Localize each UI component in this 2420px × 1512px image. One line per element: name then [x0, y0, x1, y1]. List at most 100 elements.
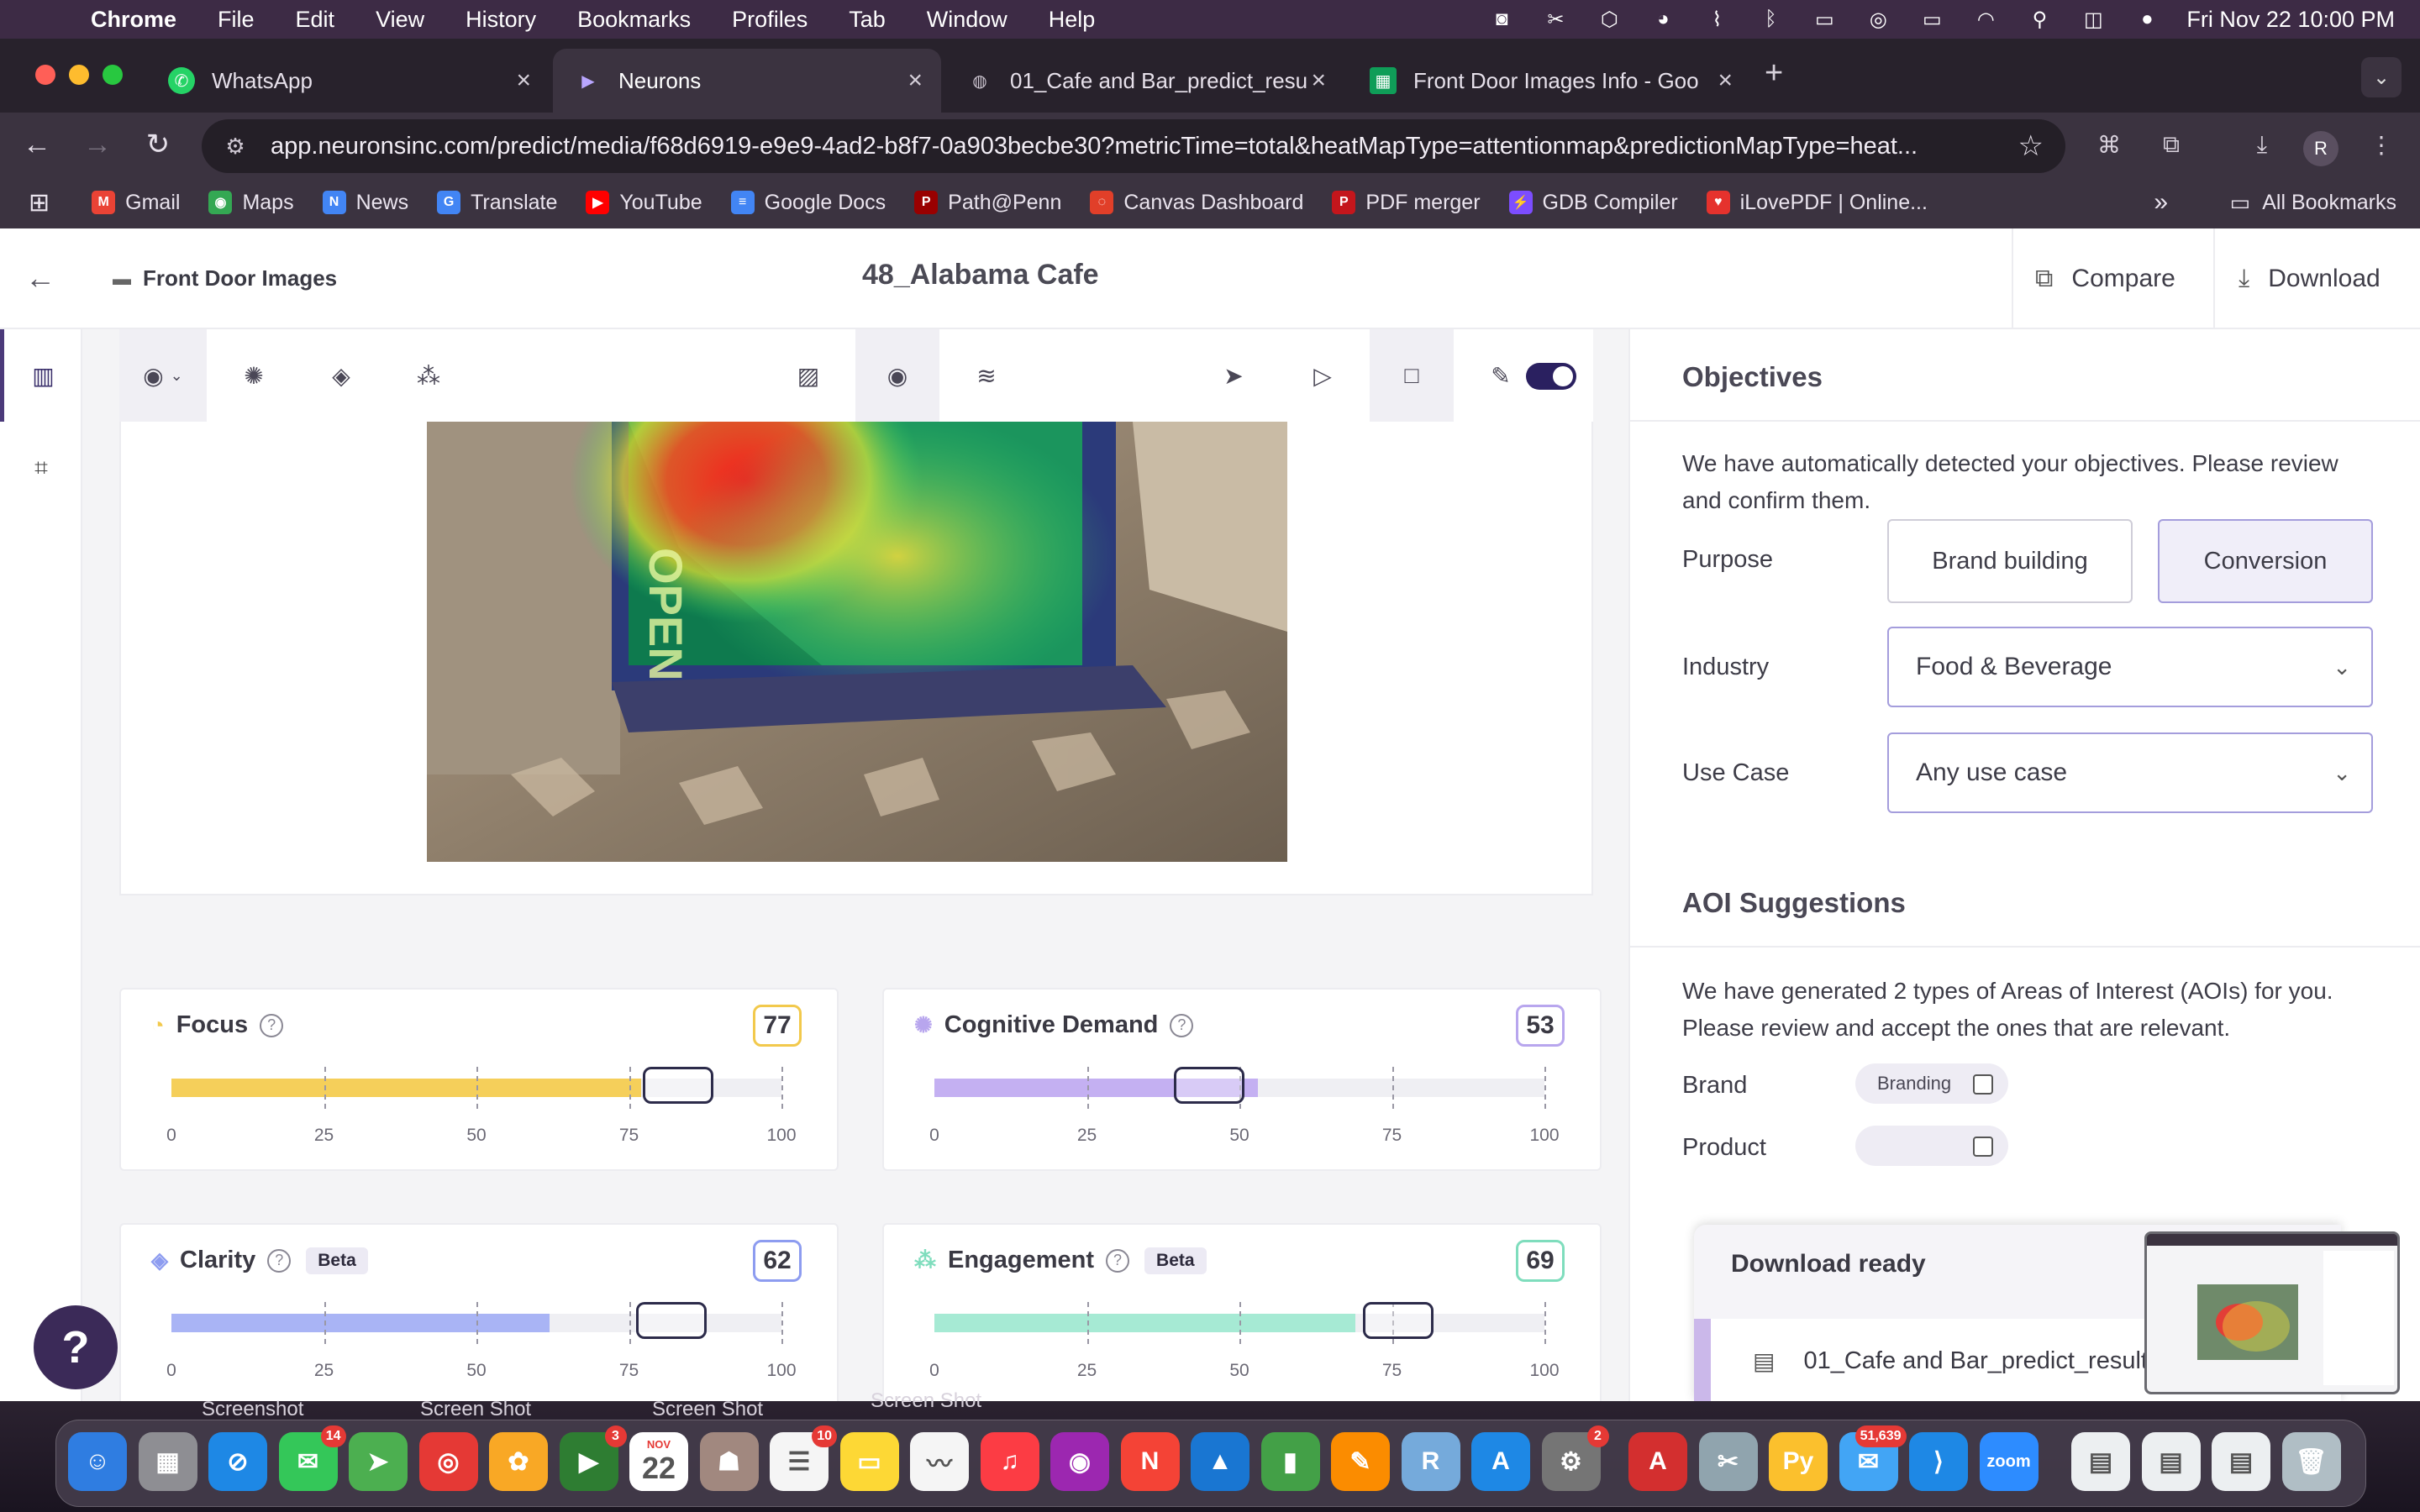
dock-acrobat-icon[interactable]: A [1628, 1432, 1687, 1491]
bookmark-item[interactable]: P Path@Penn [914, 191, 1061, 215]
dock-podcasts-icon[interactable]: ◉ [1050, 1432, 1109, 1491]
menu-bookmarks[interactable]: Bookmarks [577, 7, 691, 33]
tab-front-door-sheet[interactable]: ▦ Front Door Images Info - Goo × [1348, 49, 1751, 113]
minimize-window-button[interactable] [69, 65, 89, 85]
dock-finder-icon[interactable]: ☺ [68, 1432, 127, 1491]
tab-neurons[interactable]: ▶ Neurons × [553, 49, 941, 113]
dock-pages-icon[interactable]: ✎ [1331, 1432, 1390, 1491]
forward-arrow-icon[interactable]: → [79, 126, 116, 163]
apple-icon[interactable] [32, 4, 62, 34]
battery-icon[interactable]: ▭ [1918, 8, 1946, 31]
apps-grid-icon[interactable]: ⊞ [29, 188, 50, 218]
dock-chrome-icon[interactable]: ◎ [418, 1432, 478, 1491]
reload-icon[interactable]: ↻ [139, 126, 176, 163]
desktop-file-label[interactable]: Screen Shot [871, 1389, 981, 1413]
fog-view-icon[interactable]: ≋ [944, 329, 1028, 422]
bookmark-item[interactable]: ♥ iLovePDF | Online... [1706, 191, 1928, 215]
menu-edit[interactable]: Edit [296, 7, 335, 33]
industry-select[interactable]: Food & Beverage ⌄ [1887, 627, 2373, 707]
translate-icon[interactable]: ⌘ [2092, 128, 2126, 161]
menu-window[interactable]: Window [927, 7, 1007, 33]
dock-notes-icon[interactable]: ▭ [839, 1432, 899, 1491]
wifi-icon[interactable]: ◠ [1971, 8, 2000, 31]
desktop-file-label[interactable]: Screenshot [202, 1398, 303, 1421]
aoi-crop-icon[interactable]: ⌗ [0, 422, 82, 514]
dock-news-icon[interactable]: N [1120, 1432, 1180, 1491]
bookmark-item[interactable]: M Gmail [92, 191, 180, 215]
dock-maps-icon[interactable]: ➤ [349, 1432, 408, 1491]
dock-zoom-icon[interactable]: zoom [1979, 1432, 2039, 1491]
dock-mail-icon[interactable]: ✉ 51,639 [1839, 1425, 1907, 1491]
dock-messages-icon[interactable]: ✉ 14 [278, 1425, 346, 1491]
benchmark-range-marker[interactable] [642, 1067, 713, 1104]
menu-app-name[interactable]: Chrome [91, 7, 176, 33]
close-tab-icon[interactable]: × [1311, 66, 1326, 95]
dock-reminders-icon[interactable]: ☰ 10 [770, 1425, 837, 1491]
product-checkbox[interactable] [1973, 1137, 1993, 1157]
help-icon[interactable]: ? [1170, 1013, 1194, 1037]
maximize-window-button[interactable] [103, 65, 123, 85]
control-center-icon[interactable]: ◫ [2079, 8, 2107, 31]
tab-whatsapp[interactable]: ✆ WhatsApp × [146, 49, 550, 113]
pointer-tool-icon[interactable]: ➤ [1192, 329, 1276, 422]
back-icon[interactable]: ← [25, 260, 55, 296]
desktop-file-label[interactable]: Screen Shot [652, 1398, 763, 1421]
dock-keynote-icon[interactable]: ▲ [1191, 1432, 1249, 1491]
menu-tab[interactable]: Tab [849, 7, 886, 33]
rectangle-tool-icon[interactable]: □ [1370, 329, 1454, 422]
dock-screenshot-tool-icon[interactable]: ✂ [1698, 1432, 1758, 1491]
siri-icon[interactable]: ● [2133, 8, 2161, 31]
bookmark-item[interactable]: G Translate [437, 191, 557, 215]
menu-file[interactable]: File [218, 7, 255, 33]
profile-avatar[interactable]: R [2303, 131, 2338, 166]
dock-rstudio-icon[interactable]: R [1401, 1432, 1460, 1491]
brain-view-icon[interactable]: ✺ [212, 329, 296, 422]
bookmark-item[interactable]: ⚡ GDB Compiler [1508, 191, 1678, 215]
extensions-icon[interactable]: ⧉ [2154, 128, 2188, 161]
chrome-menu-icon[interactable]: ⋮ [2365, 128, 2398, 161]
zoom-status-icon[interactable]: ◙ [1487, 8, 1516, 31]
help-chat-button[interactable]: ? [34, 1305, 118, 1389]
bluetooth-icon[interactable]: ᛒ [1756, 8, 1785, 31]
purpose-conversion-button[interactable]: Conversion [2158, 519, 2373, 603]
menu-history[interactable]: History [466, 7, 536, 33]
address-bar[interactable]: ⚙ app.neuronsinc.com/predict/media/f68d6… [202, 119, 2065, 173]
benchmark-range-marker[interactable] [636, 1302, 708, 1339]
dock-launchpad-icon[interactable]: ▦ [138, 1432, 197, 1491]
compare-button[interactable]: ⧉ Compare [2012, 228, 2213, 329]
select-tool-icon[interactable]: ▷ [1281, 329, 1365, 422]
display-icon[interactable]: ▭ [1810, 8, 1839, 31]
dock-app-store-icon[interactable]: A [1471, 1432, 1530, 1491]
url-text[interactable]: app.neuronsinc.com/predict/media/f68d691… [271, 133, 1951, 160]
heatmap-view-icon[interactable]: ◉ [855, 329, 939, 422]
bookmark-item[interactable]: N News [322, 191, 408, 215]
benchmark-range-marker[interactable] [1362, 1302, 1434, 1339]
all-bookmarks-button[interactable]: ▭ All Bookmarks [2230, 190, 2396, 216]
bookmark-star-icon[interactable]: ☆ [2018, 129, 2044, 163]
bookmark-item[interactable]: ≡ Google Docs [730, 191, 886, 215]
dock-trash-icon[interactable]: 🗑 [2281, 1432, 2341, 1491]
dock-recent-doc-2-icon[interactable]: ▤ [2141, 1432, 2201, 1491]
dock-photos-icon[interactable]: ✿ [489, 1432, 548, 1491]
dock-music-icon[interactable]: ♫ [980, 1432, 1039, 1491]
menu-profiles[interactable]: Profiles [732, 7, 808, 33]
new-tab-button[interactable]: + [1765, 55, 1783, 92]
download-button[interactable]: ⤓ Download [2213, 228, 2420, 329]
dock-python-icon[interactable]: Py [1769, 1432, 1828, 1491]
vpn-status-icon[interactable]: ⬡ [1595, 8, 1623, 31]
menu-view[interactable]: View [376, 7, 424, 33]
help-icon[interactable]: ? [260, 1013, 284, 1037]
bookmark-item[interactable]: ◌ Canvas Dashboard [1090, 191, 1303, 215]
bookmark-item[interactable]: ▶ YouTube [586, 191, 702, 215]
dock-recent-doc-3-icon[interactable]: ▤ [2212, 1432, 2270, 1491]
breadcrumb-folder[interactable]: ▬ Front Door Images [113, 265, 337, 291]
scissors-status-icon[interactable]: ✂ [1541, 8, 1570, 31]
close-window-button[interactable] [35, 65, 55, 85]
benchmark-range-marker[interactable] [1173, 1067, 1244, 1104]
menu-help[interactable]: Help [1049, 7, 1096, 33]
site-settings-icon[interactable]: ⚙ [218, 129, 252, 163]
more-bookmarks-icon[interactable]: » [2154, 188, 2168, 217]
heatmap-image[interactable]: OPEN [427, 422, 1287, 862]
desktop-file-label[interactable]: Screen Shot [420, 1398, 531, 1421]
dock-contacts-icon[interactable]: ☗ [699, 1432, 759, 1491]
